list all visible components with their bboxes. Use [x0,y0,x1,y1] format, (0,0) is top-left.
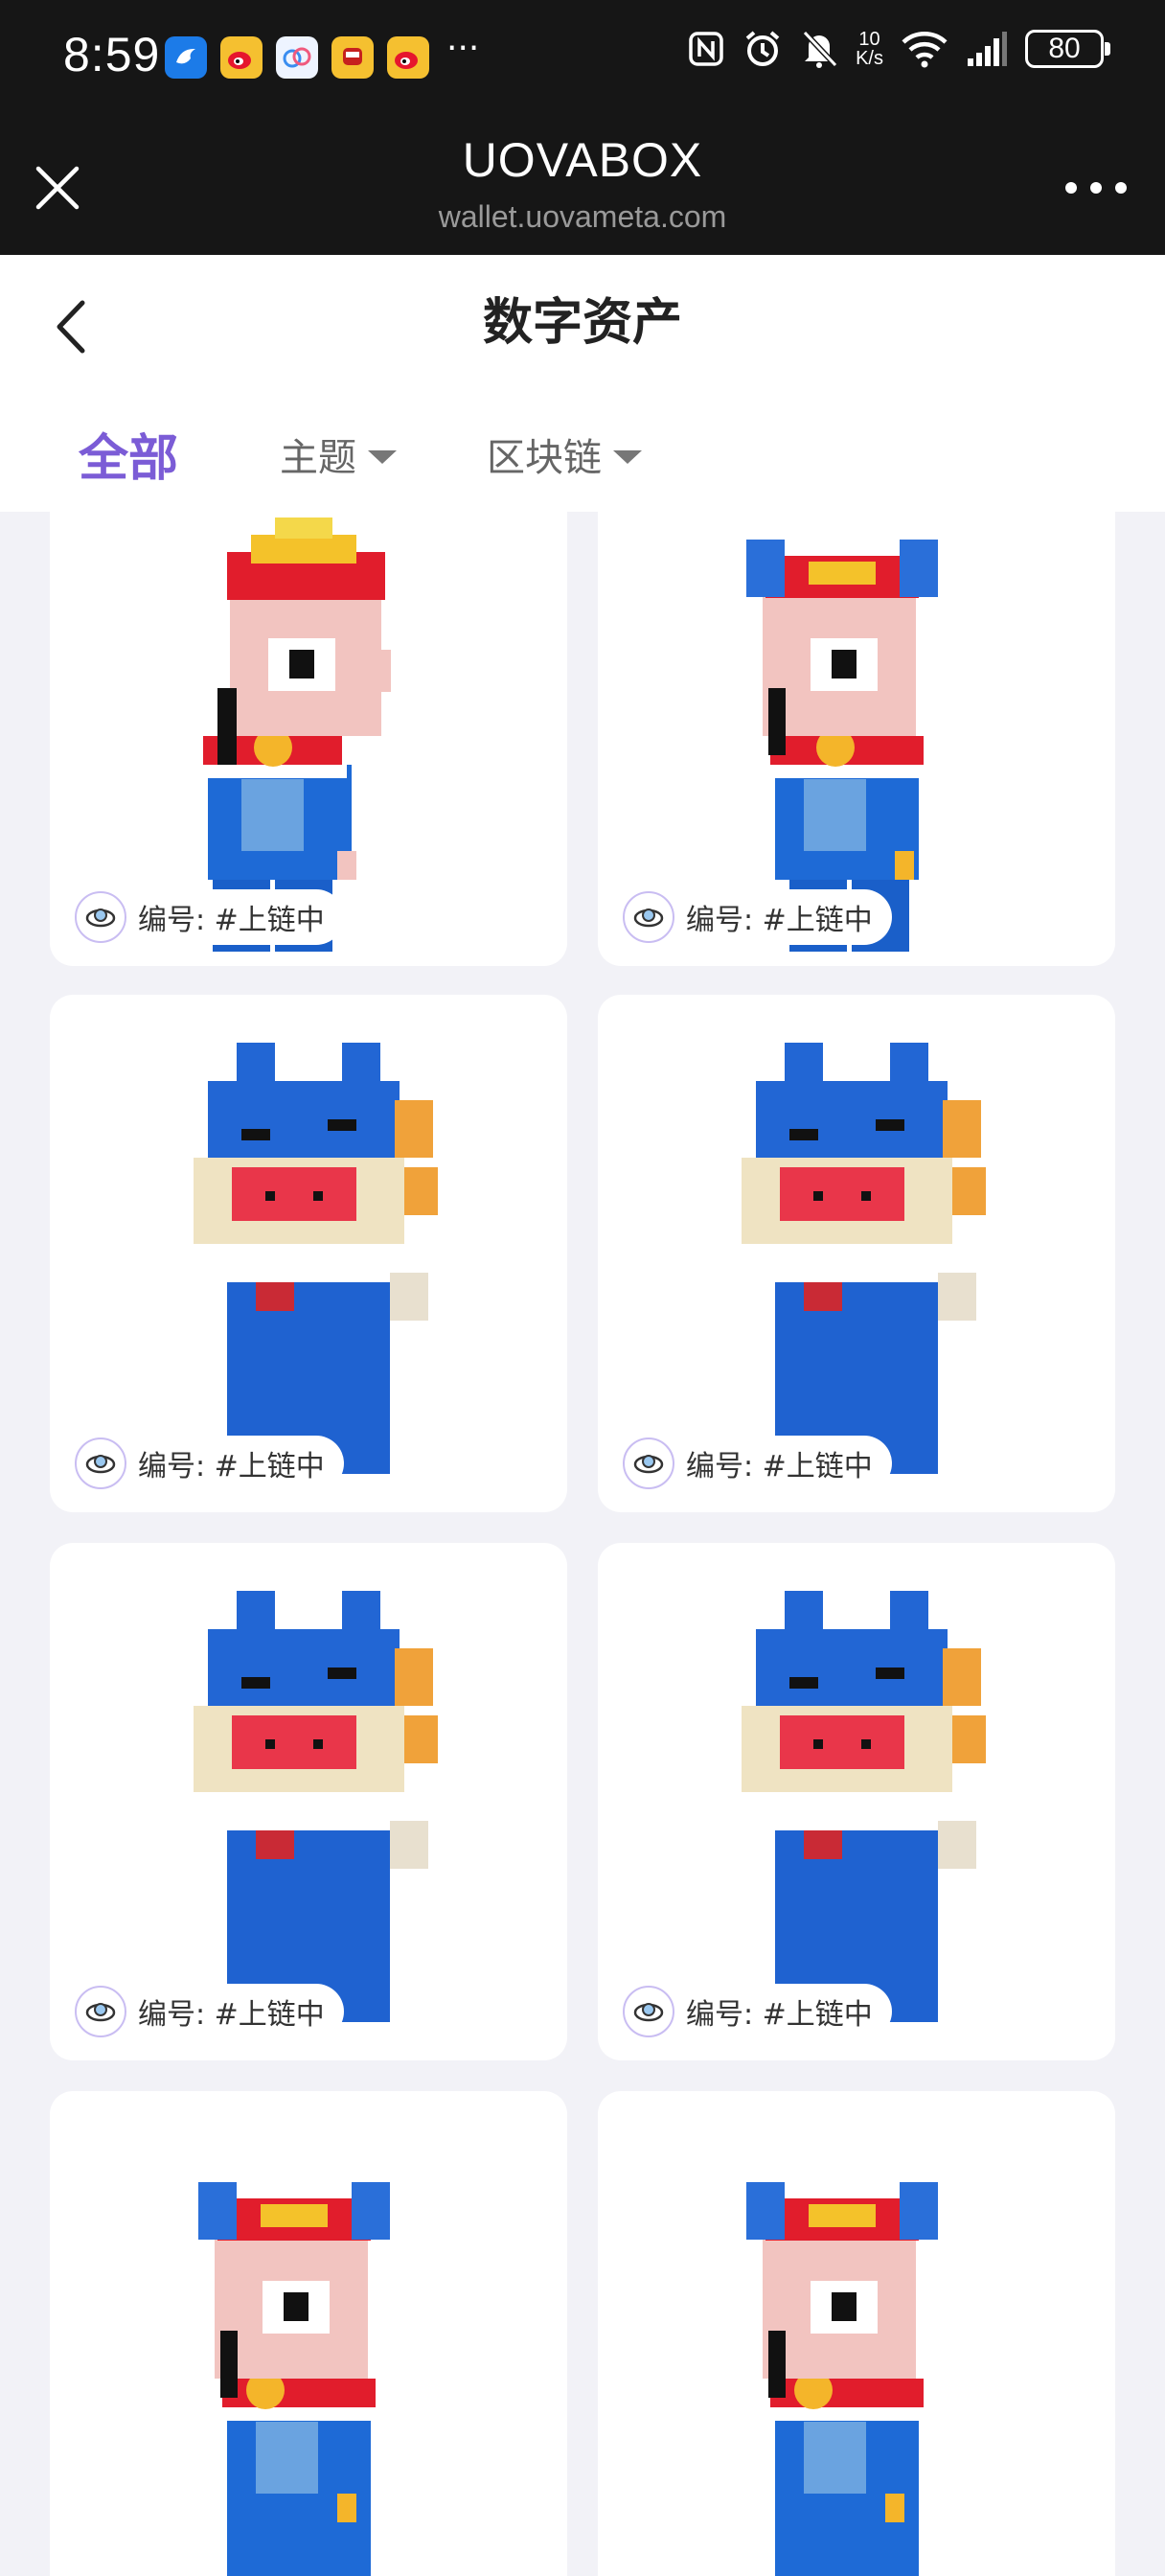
system-icons: 10 K/s 80 [687,29,1110,69]
asset-card[interactable]: 编号: #上链中 [598,995,1115,1512]
asset-card[interactable]: 编号: #上链中 [50,995,567,1512]
network-speed-unit: K/s [856,48,883,69]
status-time: 8:59 [63,28,161,81]
notification-app-icons [165,36,429,79]
blue-dragon-figure [194,1591,438,2022]
alarm-icon [745,31,780,66]
tab-blockchain-label: 区块链 [487,435,603,480]
chain-avatar-icon [75,1438,126,1489]
lion-dance-boy-figure [746,2182,938,2576]
card-id-label: 编号: #上链中 [138,904,325,937]
battery-icon: 80 [1025,30,1110,68]
app-icon-bird [165,36,207,79]
card-id-label: 编号: #上链中 [686,1998,873,2032]
chain-avatar-icon [623,1986,674,2037]
card-id-tag: 编号: #上链中 [71,1984,344,2039]
chain-avatar-icon [75,1986,126,2037]
card-id-tag: 编号: #上链中 [71,889,344,945]
asset-card[interactable]: 编号: #上链中 [598,512,1115,966]
lion-dance-boy-figure [198,2182,390,2576]
mute-bell-icon [802,30,838,68]
network-speed-value: 10 [858,29,880,50]
asset-card[interactable] [598,2091,1115,2576]
browser-bar: UOVABOX wallet.uovameta.com [0,119,1165,255]
asset-card[interactable]: 编号: #上链中 [50,512,567,966]
card-id-tag: 编号: #上链中 [619,1984,892,2039]
filter-tabs: 全部 主题 区块链 [79,418,732,490]
tab-theme-label: 主题 [280,435,357,480]
card-id-tag: 编号: #上链中 [71,1436,344,1491]
card-id-tag: 编号: #上链中 [619,889,892,945]
cloud-app-icon [276,36,318,79]
more-icon[interactable] [1065,176,1127,199]
bus-app-icon [331,36,374,79]
asset-card[interactable]: 编号: #上链中 [50,1543,567,2060]
wifi-icon [902,32,948,68]
nfc-icon [689,32,723,66]
card-id-label: 编号: #上链中 [138,1450,325,1484]
page-title: 数字资产 [482,294,682,352]
tab-all[interactable]: 全部 [79,418,178,490]
chain-avatar-icon [623,1438,674,1489]
weibo-icon-2 [387,36,429,79]
blue-dragon-figure [742,1591,986,2022]
card-id-label: 编号: #上链中 [686,904,873,937]
tab-theme[interactable]: 主题 [280,426,398,482]
tab-blockchain[interactable]: 区块链 [487,426,643,482]
tab-all-label: 全部 [79,430,179,488]
weibo-icon [220,36,263,79]
blue-dragon-figure [194,1043,438,1474]
chevron-down-icon [613,449,643,464]
card-id-tag: 编号: #上链中 [619,1436,892,1491]
card-id-label: 编号: #上链中 [686,1450,873,1484]
chain-avatar-icon [623,891,674,943]
chevron-down-icon [368,449,398,464]
network-speed: 10 K/s [856,30,883,68]
page-header: 数字资产 全部 主题 区块链 [0,255,1165,512]
asset-card[interactable]: 编号: #上链中 [598,1543,1115,2060]
browser-url: wallet.uovameta.com [438,199,727,234]
asset-grid: 编号: #上链中 编号: #上链中 编号: #上链中 编号: #上链中 编号: … [50,512,1115,2576]
card-id-label: 编号: #上链中 [138,1998,325,2032]
browser-title: UOVABOX [462,133,703,187]
blue-dragon-figure [742,1043,986,1474]
signal-icon [968,32,1007,66]
status-bar: 8:59 ··· 10 K/s 80 [0,0,1165,119]
more-notifications-indicator: ··· [446,29,480,68]
chain-avatar-icon [75,891,126,943]
asset-card[interactable] [50,2091,567,2576]
